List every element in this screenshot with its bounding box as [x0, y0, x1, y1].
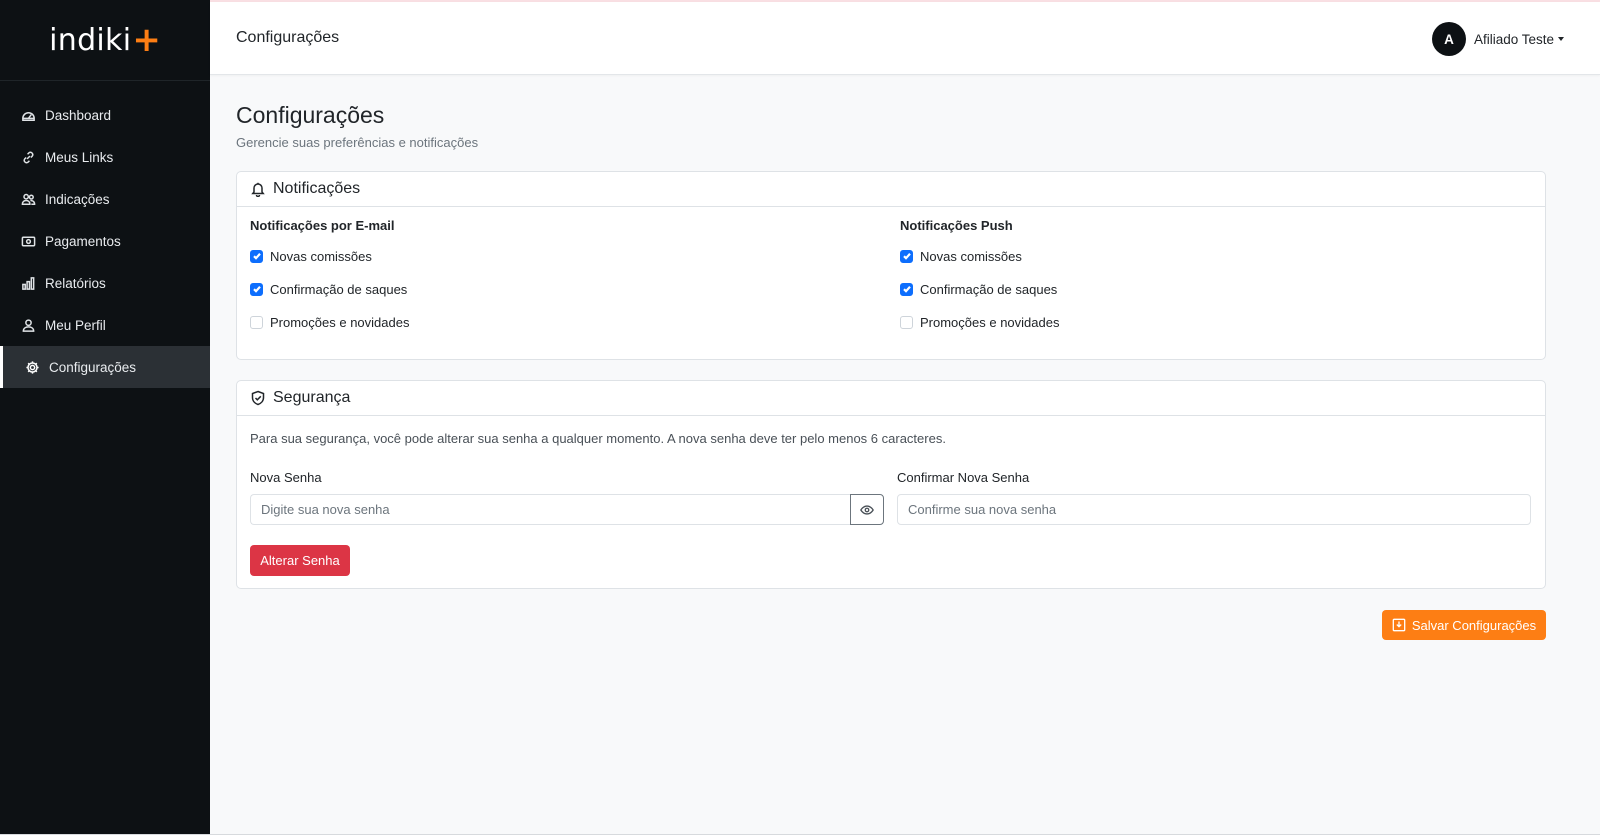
- push-checkbox-row[interactable]: Promoções e novidades: [900, 312, 1059, 332]
- check-icon: [902, 286, 911, 293]
- sidebar-item-meu-perfil[interactable]: Meu Perfil: [0, 304, 210, 346]
- push-checkbox-row[interactable]: Confirmação de saques: [900, 279, 1059, 299]
- save-icon: [1392, 618, 1406, 632]
- push-notifications-title: Notificações Push: [900, 218, 1013, 233]
- notifications-title: Notificações: [273, 180, 361, 197]
- notifications-card: Notificações Notificações por E-mail Nov…: [236, 171, 1546, 360]
- main-content: Configurações A Afiliado Teste Configura…: [210, 0, 1600, 834]
- sidebar-item-label: Meu Perfil: [45, 317, 106, 333]
- notifications-card-header: Notificações: [237, 172, 1545, 207]
- save-settings-button[interactable]: Salvar Configurações: [1382, 610, 1546, 640]
- checkbox-unchecked[interactable]: [250, 315, 263, 329]
- speedometer-icon: [20, 107, 36, 123]
- security-description: Para sua segurança, você pode alterar su…: [250, 431, 946, 446]
- checkbox-checked[interactable]: [900, 249, 913, 263]
- sidebar-item-label: Pagamentos: [45, 233, 121, 249]
- bar-chart-icon: [20, 275, 36, 291]
- email-notifications-title: Notificações por E-mail: [250, 218, 395, 233]
- sidebar-item-label: Relatórios: [45, 275, 106, 291]
- person-icon: [20, 317, 36, 333]
- caret-down-icon: [1558, 37, 1565, 41]
- checkbox-checked[interactable]: [900, 282, 913, 296]
- sidebar-item-configuracoes[interactable]: Configurações: [0, 346, 210, 388]
- security-title: Segurança: [273, 389, 351, 406]
- toggle-password-visibility-button[interactable]: [850, 494, 884, 525]
- sidebar-item-label: Configurações: [49, 359, 137, 375]
- page-subtitle: Gerencie suas preferências e notificaçõe…: [236, 135, 479, 150]
- checkbox-checked[interactable]: [250, 282, 263, 296]
- sidebar-item-indicacoes[interactable]: Indicações: [0, 178, 210, 220]
- check-icon: [252, 286, 261, 293]
- sidebar-nav: Dashboard Meus Links Indicações Pagament…: [0, 94, 210, 388]
- user-menu[interactable]: A Afiliado Teste: [1432, 22, 1565, 56]
- logo-text: indiki: [49, 22, 132, 58]
- sidebar-item-label: Indicações: [45, 191, 110, 207]
- security-card-header: Segurança: [237, 381, 1545, 416]
- email-notifications-column: Notificações por E-mail Novas comissões …: [250, 218, 409, 345]
- check-icon: [902, 253, 911, 260]
- shield-check-icon: [251, 390, 265, 406]
- push-checkbox-row[interactable]: Novas comissões: [900, 246, 1059, 266]
- sidebar: indiki + Dashboard Meus Links Indicações …: [0, 0, 210, 834]
- save-settings-label: Salvar Configurações: [1411, 617, 1537, 633]
- logo-plus: +: [132, 20, 161, 60]
- sidebar-item-label: Dashboard: [45, 107, 112, 123]
- email-checkbox-row[interactable]: Novas comissões: [250, 246, 409, 266]
- email-checkbox-row[interactable]: Promoções e novidades: [250, 312, 409, 332]
- checkbox-label: Confirmação de saques: [270, 281, 408, 297]
- push-notifications-column: Notificações Push Novas comissões Confir…: [900, 218, 1059, 345]
- checkbox-label: Novas comissões: [920, 248, 1022, 264]
- check-icon: [252, 253, 261, 260]
- sidebar-item-label: Meus Links: [45, 149, 114, 165]
- sidebar-item-meus-links[interactable]: Meus Links: [0, 136, 210, 178]
- brand-logo[interactable]: indiki +: [0, 0, 210, 81]
- page-title: Configurações: [236, 102, 385, 128]
- eye-icon: [860, 504, 874, 515]
- sidebar-item-pagamentos[interactable]: Pagamentos: [0, 220, 210, 262]
- checkbox-unchecked[interactable]: [900, 315, 913, 329]
- topbar-title: Configurações: [236, 29, 340, 46]
- topbar: Configurações A Afiliado Teste: [210, 2, 1600, 75]
- avatar: A: [1432, 22, 1466, 56]
- checkbox-checked[interactable]: [250, 249, 263, 263]
- email-checkbox-row[interactable]: Confirmação de saques: [250, 279, 409, 299]
- new-password-label: Nova Senha: [250, 470, 322, 485]
- checkbox-label: Promoções e novidades: [270, 314, 410, 330]
- sidebar-item-dashboard[interactable]: Dashboard: [0, 94, 210, 136]
- checkbox-label: Novas comissões: [270, 248, 372, 264]
- bell-icon: [251, 182, 265, 197]
- confirm-password-input[interactable]: [897, 494, 1531, 525]
- checkbox-label: Confirmação de saques: [920, 281, 1058, 297]
- checkbox-label: Promoções e novidades: [920, 314, 1060, 330]
- confirm-password-label: Confirmar Nova Senha: [897, 470, 1030, 485]
- new-password-input[interactable]: [250, 494, 850, 525]
- cash-icon: [20, 233, 36, 249]
- people-icon: [20, 191, 36, 207]
- link-icon: [20, 149, 36, 165]
- gear-icon: [24, 359, 40, 375]
- sidebar-item-relatorios[interactable]: Relatórios: [0, 262, 210, 304]
- security-card: Segurança Para sua segurança, você pode …: [236, 380, 1546, 589]
- user-name: Afiliado Teste: [1474, 31, 1555, 47]
- change-password-button[interactable]: Alterar Senha: [250, 545, 350, 576]
